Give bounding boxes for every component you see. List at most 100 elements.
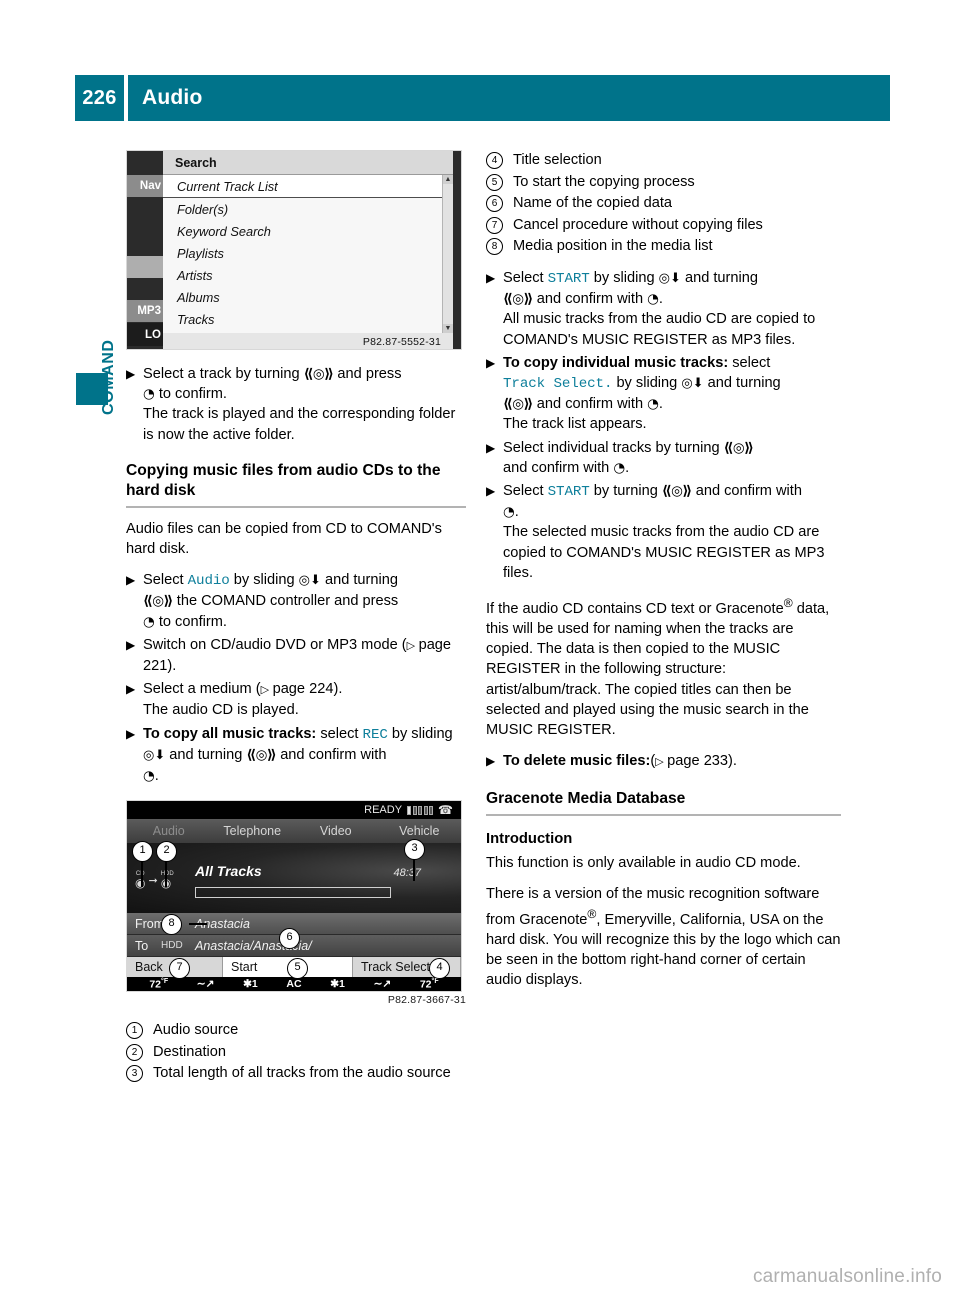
callout-list-right: 4 Title selection 5 To start the copying… — [486, 150, 841, 257]
figure-copy-code: P82.87-3667-31 — [387, 994, 466, 1007]
step-text-part4: and confirm with — [532, 291, 648, 308]
ui-term-audio: Audio — [187, 573, 230, 590]
current-track-title: All Tracks — [195, 863, 262, 880]
comand-status-bar: READY ☎ — [127, 801, 461, 820]
step-text-part4: and confirm with — [532, 396, 648, 413]
figure-search-list: Nav MP3 LO Search Current Track List Fol… — [126, 150, 466, 350]
sidebar-tab-label: COMAND — [100, 339, 117, 415]
callout-number: 4 — [486, 152, 503, 169]
callout-number: 6 — [486, 195, 503, 213]
page-ref-icon: ▷ — [406, 638, 419, 652]
step-text-part3: and turning — [165, 746, 247, 763]
callout-item-4: 4 Title selection — [486, 150, 841, 171]
scroll-down-icon: ▼ — [443, 324, 453, 333]
search-right-edge — [453, 151, 461, 349]
search-scrollbar: ▲ ▼ — [442, 175, 453, 333]
callout-text: Destination — [153, 1043, 227, 1060]
search-footer-strip: P82.87-5552-31 — [163, 333, 453, 349]
subheading-introduction: Introduction — [486, 830, 573, 847]
figure-copy-screen: READY ☎ Audio Telephone Video Vehicle CD… — [126, 800, 466, 1006]
status-ready-text: READY — [364, 804, 403, 817]
controller-press-icon: ◔ — [143, 386, 155, 403]
controller-press-icon: ◔ — [503, 504, 515, 521]
signal-strength-icon — [407, 805, 434, 815]
left-temperature: 72°F — [149, 978, 169, 991]
step-text-part2: by sliding — [589, 269, 659, 286]
comand-search-screen: Nav MP3 LO Search Current Track List Fol… — [127, 151, 461, 349]
step-bold-lead: To copy all music tracks: — [143, 725, 317, 742]
step-text-part2: by sliding — [229, 572, 299, 589]
figure-search-code: P82.87-5552-31 — [362, 336, 441, 348]
step-result-text: The selected music tracks from the audio… — [503, 524, 825, 581]
row-to-hdd-icon: HDD — [161, 940, 183, 952]
search-row-playlists: Playlists — [177, 245, 224, 261]
paragraph-audio-cd-mode-only: This function is only available in audio… — [486, 854, 801, 871]
search-panel-header: Search — [163, 151, 453, 175]
callout-text: Title selection — [513, 152, 602, 168]
step-text-part2: by sliding — [612, 374, 682, 391]
controller-press-icon: ◔ — [143, 768, 155, 785]
menu-item-telephone[interactable]: Telephone — [211, 824, 295, 838]
step-bullet-icon: ▶ — [126, 573, 136, 588]
step-text-part2: by turning — [589, 483, 662, 499]
step-text-part1: select — [316, 725, 363, 742]
callout-number: 2 — [126, 1043, 143, 1061]
step-text-part4: . — [514, 504, 519, 521]
step-text-part2: ). — [728, 753, 737, 770]
search-row-tracks: Tracks — [177, 311, 215, 327]
callout-number: 3 — [126, 1065, 143, 1083]
step-bullet-icon: ▶ — [126, 367, 136, 381]
menu-item-vehicle[interactable]: Vehicle — [378, 824, 462, 838]
step-bullet-icon: ▶ — [486, 440, 496, 455]
callout-item-2: 2 Destination — [126, 1042, 466, 1063]
callout-text: Media position in the media list — [513, 238, 713, 255]
callout-text: Audio source — [153, 1022, 239, 1039]
registered-mark: ® — [783, 596, 793, 611]
left-airflow-icon: ∼↗ — [196, 978, 215, 991]
scroll-up-icon: ▲ — [443, 175, 453, 184]
left-column: Nav MP3 LO Search Current Track List Fol… — [126, 150, 466, 1085]
step-bullet-icon: ▶ — [126, 637, 136, 652]
step-copy-individual-tracks: ▶ To copy individual music tracks: select… — [486, 353, 841, 435]
step-text-part3: and turning — [703, 374, 781, 391]
leader-line-8 — [189, 923, 207, 925]
phone-icon: ☎ — [438, 803, 453, 818]
step-select-medium: ▶ Select a medium (▷ page 224). The audio… — [126, 679, 466, 720]
right-column: 4 Title selection 5 To start the copying… — [486, 150, 841, 1002]
row-to-label: To — [135, 938, 149, 953]
search-row-folders: Folder(s) — [177, 201, 229, 217]
controller-slide-down-icon: ◎⬇ — [298, 573, 321, 589]
controller-turn-icon: ⟪◎⟫ — [661, 483, 692, 499]
registered-mark: ® — [587, 906, 597, 921]
figure-search-list-image: Nav MP3 LO Search Current Track List Fol… — [126, 150, 462, 350]
right-fan-level: ✱1 — [330, 978, 345, 991]
controller-slide-down-icon: ◎⬇ — [143, 747, 166, 763]
controller-turn-icon: ⟪◎⟫ — [723, 439, 754, 456]
callout-text: Name of the copied data — [513, 195, 673, 212]
callout-list-left: 1 Audio source 2 Destination 3 Total len… — [126, 1020, 466, 1084]
controller-press-icon: ◔ — [143, 613, 155, 630]
menu-item-video[interactable]: Video — [294, 824, 378, 838]
row-from-label: From — [135, 916, 165, 931]
step-text-part1: Select — [503, 269, 548, 286]
arrow-right-icon: ➞ — [148, 875, 158, 888]
step-text-part3: and turning — [680, 269, 758, 286]
step-text-part1: select — [728, 354, 771, 371]
climate-status-bar: 72°F ∼↗ ✱1 AC ✱1 ∼↗ 72°F — [127, 977, 461, 992]
site-watermark: carmanualsonline.info — [752, 1266, 942, 1287]
menu-item-audio[interactable]: Audio — [127, 824, 211, 838]
step-text-part1: Select individual tracks by turning — [503, 439, 724, 456]
paragraph-part2: data, this will be used for naming when … — [486, 600, 830, 739]
callout-number: 5 — [486, 173, 503, 191]
callout-text: Cancel procedure without copying files — [513, 216, 763, 233]
right-temperature: 72°F — [419, 978, 439, 991]
hdd-destination-icon: HDD ◉ — [160, 871, 174, 889]
step-text-part3: . — [625, 459, 630, 476]
step-bullet-icon: ▶ — [486, 355, 496, 370]
callout-number: 1 — [126, 1022, 143, 1040]
step-text-part2: and confirm with — [503, 459, 614, 476]
step-result-text: All music tracks from the audio CD are c… — [503, 311, 816, 348]
paragraph-gracenote-naming: If the audio CD contains CD text or Grac… — [486, 593, 841, 740]
step-text-part2: ). — [333, 681, 343, 698]
step-text-part1: Select a track by turning — [143, 366, 304, 382]
